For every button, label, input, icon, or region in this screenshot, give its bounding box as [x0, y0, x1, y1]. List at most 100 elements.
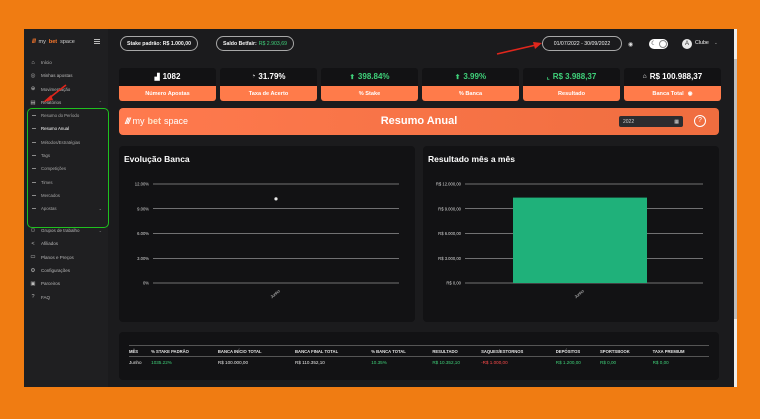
up-arrow-icon: ⬆	[454, 73, 461, 81]
transfer-icon: ⊕	[30, 86, 36, 93]
scrollbar[interactable]	[734, 29, 737, 387]
table-cell: R$ 0,00	[652, 359, 669, 365]
sidebar-item-label: Grupos de trabalho	[41, 228, 80, 234]
submenu-item-label: Métodos/Estratégias	[41, 139, 81, 145]
annotation-arrow-sidebar	[43, 84, 67, 102]
y-tick-label: 3.00%	[137, 256, 149, 261]
summary-table-panel: MÊS% STAKE PADRÃO BANCA INÍCIO TOTAL BANCA…	[119, 332, 719, 380]
table-header-cell: SPORTSBOOK	[600, 345, 653, 357]
plans-icon: ▭	[30, 254, 36, 261]
table-header-cell: % BANCA TOTAL	[371, 345, 433, 357]
kpi-label: % Stake	[321, 86, 418, 101]
year-select[interactable]: 2022 ▦	[619, 116, 683, 127]
kpi-label: % Banca	[422, 86, 519, 101]
home-icon: ⌂	[31, 59, 35, 66]
saldo-betfair-pill[interactable]: Saldo Betfair: R$ 2.903,69	[216, 36, 294, 51]
sidebar-item-inicio[interactable]: ⌂ Início	[30, 56, 106, 69]
dash-icon	[32, 181, 36, 183]
table-cell: Junho	[129, 359, 142, 365]
table-header-cell: % STAKE PADRÃO	[151, 345, 218, 357]
submenu-item-competicoes[interactable]: Competições	[28, 162, 108, 175]
kpi-banca: ⬆ 3.99% % Banca	[422, 68, 519, 101]
table-cell: R$ 100.000,00	[217, 359, 249, 365]
submenu-item-times[interactable]: Times	[28, 175, 108, 188]
menu-toggle-icon[interactable]	[94, 39, 100, 44]
logo-mark-icon: ///	[32, 39, 36, 45]
table-header-cell: TAXA PREMIUM	[652, 345, 709, 357]
dash-icon	[32, 128, 36, 130]
sidebar-item-grupos[interactable]: ⚇ Grupos de trabalho ⌄	[30, 224, 106, 237]
report-icon: ▤	[30, 99, 36, 106]
submenu-item-label: Times	[41, 179, 53, 185]
table-row: Junho 1035.22% R$ 100.000,00 R$ 110.352,10 1…	[129, 357, 709, 368]
sidebar-item-planos[interactable]: ▭ Planos e Preços	[30, 251, 106, 264]
submenu-item-mercados[interactable]: Mercados	[28, 189, 108, 202]
dash-icon	[32, 194, 36, 196]
kpi-stake: ⬆ 398.84% % Stake	[321, 68, 418, 101]
help-icon: ?	[31, 294, 35, 301]
submenu-item-label: Mercados	[41, 192, 60, 198]
sidebar-item-parceiros[interactable]: ▣ Parceiros	[30, 277, 106, 290]
sidebar-item-minhas-apostas[interactable]: ◎ Minhas apostas	[30, 69, 106, 82]
y-tick-label: 6.00%	[137, 231, 149, 236]
y-tick-label: 0%	[143, 281, 149, 286]
x-tick-label: Junho	[269, 288, 281, 299]
line-chart-icon: ⌞	[546, 73, 550, 81]
chart-evolucao-banca: 12.00% 9.00% 6.00% 3.00% 0% Junho	[135, 182, 399, 299]
table-cell: -R$ 1.000,00	[481, 359, 508, 365]
user-name[interactable]: Clube	[695, 40, 709, 46]
kpi-value: R$ 3.988,37	[552, 72, 597, 81]
table-header-cell: MÊS	[129, 345, 152, 357]
sidebar-nav-secondary: ⚇ Grupos de trabalho ⌄ < Afiliados ▭ Pla…	[30, 224, 106, 304]
data-point	[274, 197, 278, 201]
theme-toggle[interactable]: ☾	[649, 39, 668, 49]
table-header-cell: RESULTADO	[432, 345, 482, 357]
eye-icon[interactable]: ◉	[688, 91, 693, 97]
y-tick-label: R$ 12.000,00	[436, 182, 462, 187]
chart-panel-evolucao: Evolução Banca 12.00% 9.00% 6.00% 3.00% 0% Ju…	[119, 146, 415, 322]
chevron-down-icon[interactable]: ⌄	[714, 40, 718, 46]
submenu-item-label: Apostas	[41, 206, 57, 212]
summary-banner: /// my bet space Resumo Anual 2022 ▦ ?	[119, 108, 719, 135]
sidebar-item-configuracoes[interactable]: ⚙ Configurações	[30, 264, 106, 277]
submenu-item-resumo-anual[interactable]: Resumo Anual	[28, 122, 108, 135]
submenu-item-tags[interactable]: Tags	[28, 149, 108, 162]
date-range-picker[interactable]: 01/07/2022 - 30/09/2022	[542, 36, 622, 51]
up-arrow-icon: ⬆	[349, 73, 355, 81]
sidebar-item-faq[interactable]: ? FAQ	[30, 290, 106, 303]
date-range-text: 01/07/2022 - 30/09/2022	[553, 40, 611, 47]
stake-padrao-pill[interactable]: Stake padrão: R$ 1.000,00	[120, 36, 199, 51]
submenu-item-resumo-periodo[interactable]: Resumo do Período	[28, 109, 108, 122]
dash-icon	[32, 208, 36, 210]
gauge-icon: ◔	[251, 73, 256, 80]
partners-icon: ▣	[30, 280, 36, 287]
submenu-item-apostas[interactable]: Apostas ⌄	[28, 202, 108, 215]
chart-icon: ▟	[154, 73, 160, 81]
dash-icon	[32, 115, 36, 117]
calendar-icon: ▦	[674, 118, 679, 125]
avatar[interactable]: A	[682, 39, 692, 49]
dash-icon	[32, 141, 36, 143]
sidebar-item-label: Configurações	[41, 268, 71, 274]
eye-icon[interactable]: ◉	[628, 41, 633, 48]
bank-icon: ⌂	[642, 73, 647, 80]
brand-logo[interactable]: /// my bet space	[32, 39, 75, 45]
kpi-numero-apostas: ▟ 1082 Número Apostas	[119, 68, 216, 101]
kpi-resultado: ⌞ R$ 3.988,37 Resultado	[523, 68, 620, 101]
toggle-knob	[659, 40, 667, 48]
help-icon[interactable]: ?	[694, 115, 706, 127]
kpi-value: R$ 100.988,37	[649, 72, 703, 81]
submenu-item-label: Resumo Anual	[41, 126, 69, 132]
sidebar-item-label: Início	[41, 60, 52, 66]
group-icon: ⚇	[30, 227, 36, 234]
scrollbar-thumb[interactable]	[734, 59, 737, 319]
kpi-value: 31.79%	[258, 72, 286, 81]
sidebar-item-label: Parceiros	[41, 281, 61, 287]
sidebar-item-afiliados[interactable]: < Afiliados	[30, 237, 106, 250]
submenu-item-metodos[interactable]: Métodos/Estratégias	[28, 136, 108, 149]
chart-resultado-mes: R$ 12.000,00 R$ 9.000,00 R$ 6.000,00 R$ 3.0…	[436, 182, 703, 299]
saldo-value: R$ 2.903,69	[258, 40, 287, 47]
kpi-taxa-acerto: ◔ 31.79% Taxa de Acerto	[220, 68, 317, 101]
sidebar-item-label: Minhas apostas	[41, 73, 73, 79]
y-tick-label: 12.00%	[135, 182, 149, 187]
